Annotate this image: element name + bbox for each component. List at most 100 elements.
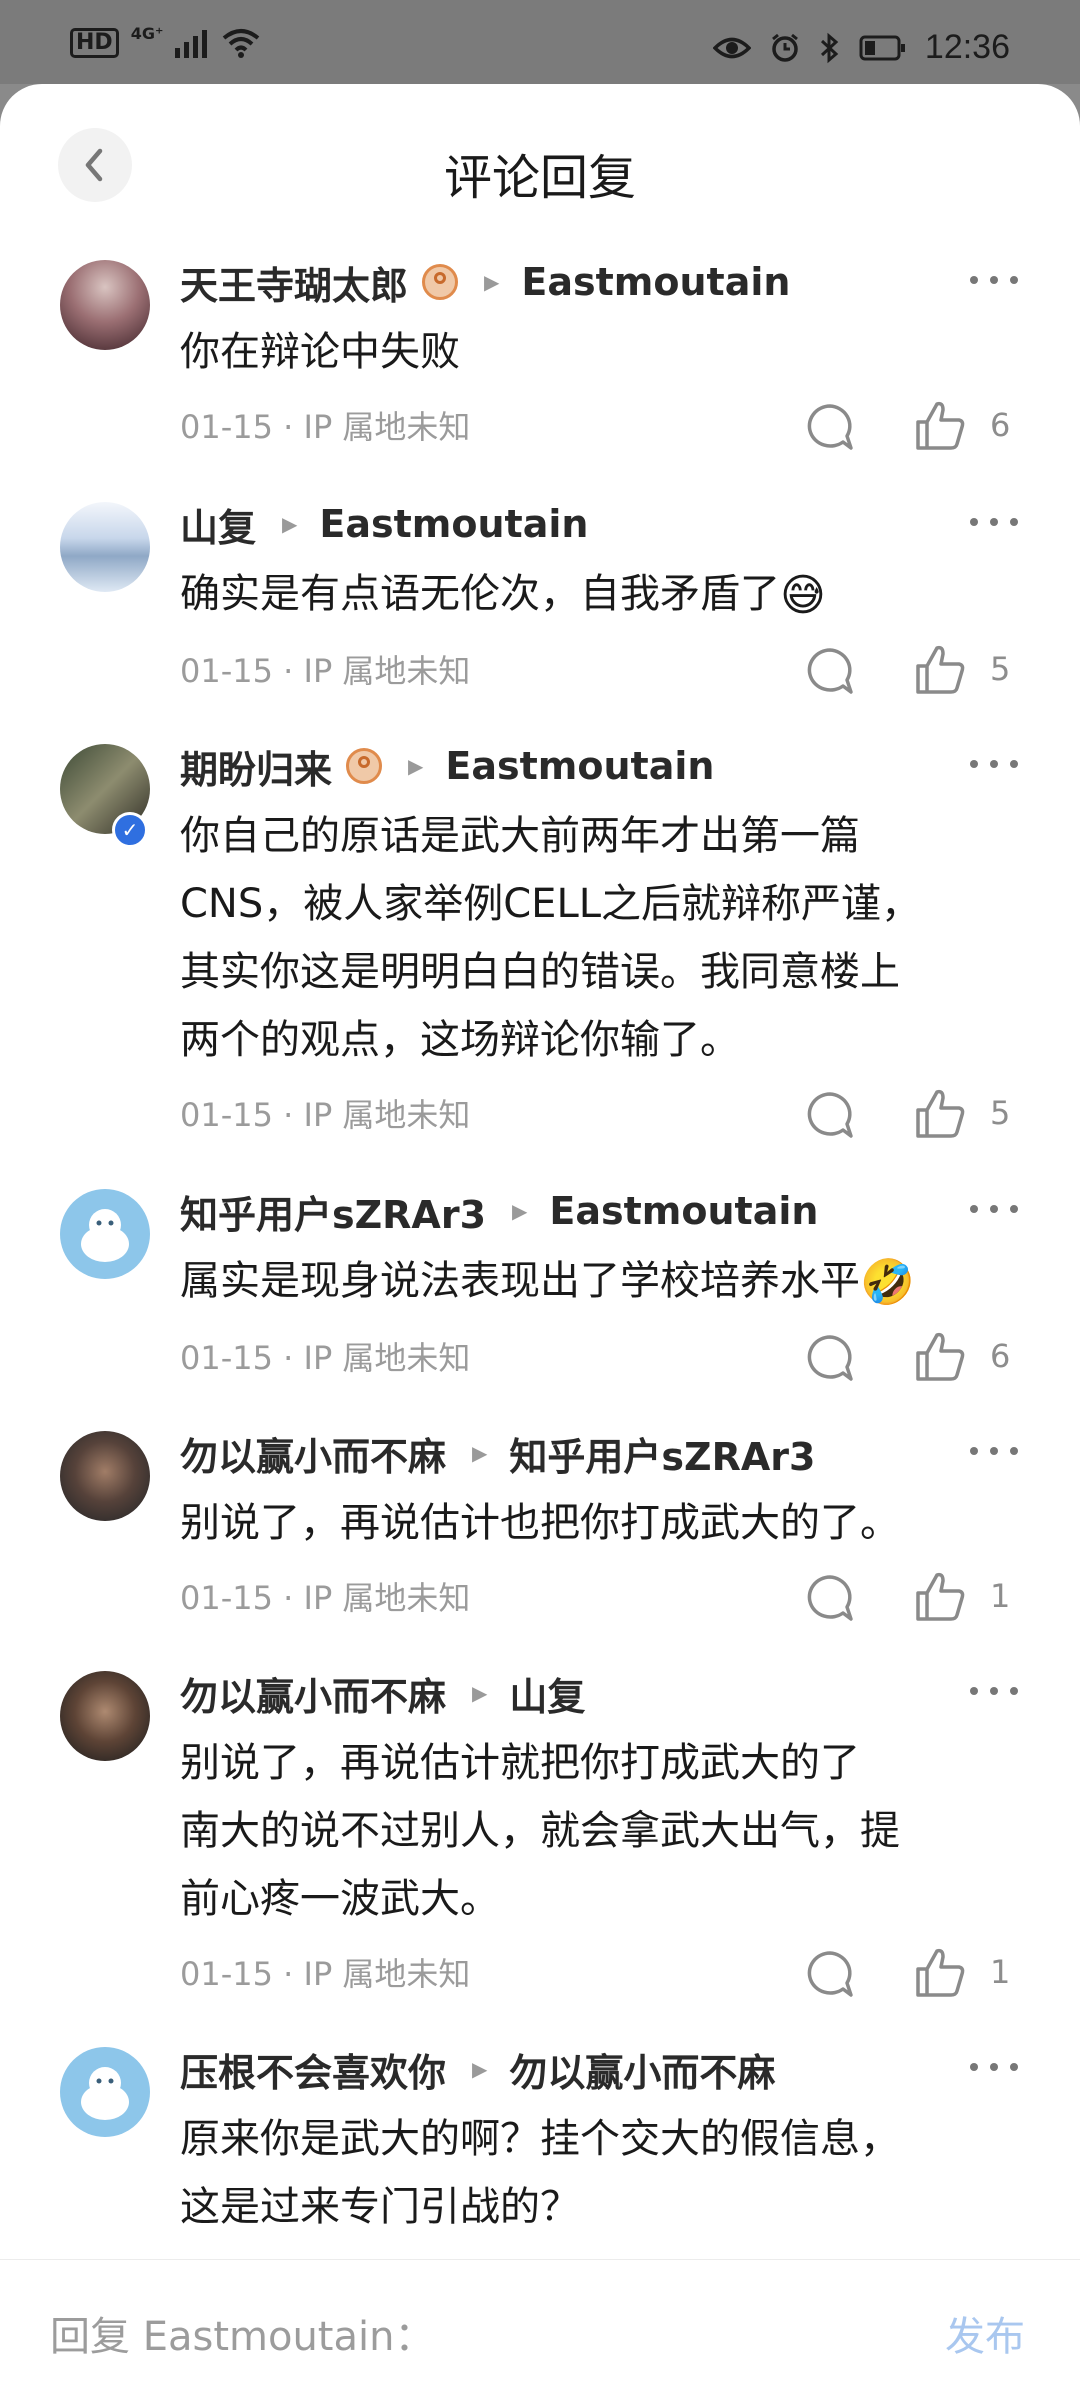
reply-to-name[interactable]: 山复 — [509, 1666, 585, 1721]
comment-meta-row: 01-15 · IP 属地未知 6 — [180, 386, 1080, 462]
comment-item: 压根不会喜欢你 ▶ 勿以赢小而不麻 原来你是武大的啊？挂个交大的假信息， 这是过… — [0, 2041, 1080, 2259]
comment-meta: 01-15 · IP 属地未知 — [180, 1579, 471, 1617]
comment-text-line: 南大的说不过别人，就会拿武大出气，提 — [180, 1808, 900, 1854]
network-type: 4G⁺ — [130, 23, 164, 43]
avatar[interactable] — [60, 1189, 150, 1279]
comment-header: 天王寺瑚太郎 ▶ Eastmoutain — [180, 254, 1080, 310]
author-name[interactable]: 天王寺瑚太郎 — [180, 255, 408, 310]
more-options-icon[interactable] — [970, 276, 1018, 284]
rolling-laugh-emoji: 🤣 — [860, 1257, 915, 1308]
more-options-icon[interactable] — [970, 1687, 1018, 1695]
page-title: 评论回复 — [443, 150, 636, 206]
comment-header: 知乎用户sZRAr3 ▶ Eastmoutain — [180, 1183, 1080, 1239]
more-options-icon[interactable] — [970, 1447, 1018, 1455]
comment-text-line: 前心疼一波武大。 — [180, 1876, 500, 1922]
reply-comment-icon[interactable] — [805, 646, 855, 696]
sweat-smile-emoji: 😅 — [780, 570, 826, 621]
author-name[interactable]: 知乎用户sZRAr3 — [180, 1184, 486, 1239]
status-left: HD 4G⁺ — [70, 24, 261, 58]
reply-arrow-icon: ▶ — [282, 512, 298, 536]
author-name[interactable]: 山复 — [180, 497, 256, 552]
user-badge-icon — [422, 264, 459, 300]
thumbs-up-icon[interactable] — [913, 642, 967, 696]
bluetooth-icon — [820, 32, 839, 63]
more-options-icon[interactable] — [970, 760, 1018, 768]
comment-text: 别说了，再说估计就把你打成武大的了 南大的说不过别人，就会拿武大出气，提 前心疼… — [180, 1729, 1000, 1933]
comment-text-line: 你自己的原话是武大前两年才出第一篇 — [180, 813, 860, 859]
reply-to-name[interactable]: 勿以赢小而不麻 — [509, 2042, 775, 2097]
comment-header: 勿以赢小而不麻 ▶ 知乎用户sZRAr3 — [180, 1425, 1080, 1481]
more-options-icon[interactable] — [970, 1205, 1018, 1213]
like-count: 1 — [990, 1953, 1011, 1991]
comment-item: 知乎用户sZRAr3 ▶ Eastmoutain 属实是现身说法表现出了学校培养… — [0, 1183, 1080, 1425]
hd-indicator: HD — [70, 28, 119, 58]
thumbs-up-icon[interactable] — [913, 1086, 967, 1140]
author-name[interactable]: 勿以赢小而不麻 — [180, 1426, 446, 1481]
comment-item: 勿以赢小而不麻 ▶ 山复 别说了，再说估计就把你打成武大的了 南大的说不过别人，… — [0, 1665, 1080, 2041]
comment-text-line: 这是过来专门引战的？ — [180, 2184, 580, 2230]
comment-meta: 01-15 · IP 属地未知 — [180, 652, 471, 690]
signal-icon — [175, 30, 208, 58]
wifi-icon — [223, 29, 260, 58]
comment-text-line: CNS，被人家举例CELL之后就辩称严谨， — [180, 881, 922, 927]
comment-text-content: 确实是有点语无伦次，自我矛盾了 — [180, 571, 780, 617]
comment-item: ✓ 期盼归来 ▶ Eastmoutain 你自己的原话是武大前两年才出第一篇 C… — [0, 738, 1080, 1183]
reply-arrow-icon: ▶ — [512, 1199, 528, 1223]
comment-text: 原来你是武大的啊？挂个交大的假信息， 这是过来专门引战的？ — [180, 2105, 1000, 2241]
comment-text-line: 原来你是武大的啊？挂个交大的假信息， — [180, 2116, 900, 2162]
comment-meta-row: 01-15 · IP 属地未知 1 — [180, 1557, 1080, 1633]
comment-text-content: 属实是现身说法表现出了学校培养水平 — [180, 1258, 860, 1304]
comment-list[interactable]: 天王寺瑚太郎 ▶ Eastmoutain 你在辩论中失败 01-15 · IP … — [0, 254, 1080, 2259]
reply-to-name[interactable]: Eastmoutain — [521, 260, 790, 304]
avatar[interactable] — [60, 260, 150, 350]
reply-input[interactable]: 回复 Eastmoutain： — [50, 2304, 434, 2362]
comment-reply-sheet: 评论回复 天王寺瑚太郎 ▶ Eastmoutain 你在辩论中失败 01-15 … — [0, 84, 1080, 2400]
publish-button[interactable]: 发布 — [945, 2304, 1025, 2362]
reply-to-name[interactable]: Eastmoutain — [549, 1189, 818, 1233]
reply-to-name[interactable]: Eastmoutain — [445, 744, 714, 788]
reply-bar: 回复 Eastmoutain： 发布 — [0, 2259, 1080, 2400]
comment-meta: 01-15 · IP 属地未知 — [180, 1955, 471, 1993]
like-count: 1 — [990, 1577, 1011, 1615]
avatar[interactable] — [60, 1431, 150, 1521]
status-bar: HD 4G⁺ 12:36 — [0, 0, 1080, 84]
comment-meta-row: 01-15 · IP 属地未知 5 — [180, 630, 1080, 706]
reply-comment-icon[interactable] — [805, 1090, 855, 1140]
battery-icon — [859, 35, 905, 60]
avatar[interactable] — [60, 502, 150, 592]
comment-item: 山复 ▶ Eastmoutain 确实是有点语无伦次，自我矛盾了😅 01-15 … — [0, 496, 1080, 738]
thumbs-up-icon[interactable] — [913, 398, 967, 452]
comment-meta: 01-15 · IP 属地未知 — [180, 408, 471, 446]
avatar[interactable] — [60, 2047, 150, 2137]
comment-meta: 01-15 · IP 属地未知 — [180, 1339, 471, 1377]
reply-comment-icon[interactable] — [805, 1949, 855, 1999]
comment-header: 勿以赢小而不麻 ▶ 山复 — [180, 1665, 1080, 1721]
comment-text: 确实是有点语无伦次，自我矛盾了😅 — [180, 560, 1000, 630]
reply-arrow-icon: ▶ — [408, 754, 424, 778]
more-options-icon[interactable] — [970, 518, 1018, 526]
reply-comment-icon[interactable] — [805, 1333, 855, 1383]
comment-text-line: 两个的观点，这场辩论你输了。 — [180, 1017, 740, 1063]
author-name[interactable]: 期盼归来 — [180, 739, 332, 794]
reply-comment-icon[interactable] — [805, 402, 855, 452]
reply-to-name[interactable]: Eastmoutain — [319, 502, 588, 546]
reply-to-name[interactable]: 知乎用户sZRAr3 — [509, 1426, 815, 1481]
comment-meta-row: 01-15 · IP 属地未知 1 — [180, 1933, 1080, 2009]
avatar[interactable] — [60, 1671, 150, 1761]
verified-badge-icon: ✓ — [112, 812, 148, 848]
author-name[interactable]: 压根不会喜欢你 — [180, 2042, 446, 2097]
status-right: 12:36 — [712, 28, 1010, 67]
comment-header: 山复 ▶ Eastmoutain — [180, 496, 1080, 552]
like-count: 5 — [990, 650, 1011, 688]
default-avatar-icon — [81, 1209, 129, 1262]
alarm-icon — [771, 33, 798, 62]
thumbs-up-icon[interactable] — [913, 1945, 967, 1999]
comment-text: 你在辩论中失败 — [180, 329, 460, 375]
thumbs-up-icon[interactable] — [913, 1569, 967, 1623]
comment-text: 你自己的原话是武大前两年才出第一篇 CNS，被人家举例CELL之后就辩称严谨， … — [180, 802, 1000, 1074]
thumbs-up-icon[interactable] — [913, 1329, 967, 1383]
comment-header: 期盼归来 ▶ Eastmoutain — [180, 738, 1080, 794]
reply-comment-icon[interactable] — [805, 1573, 855, 1623]
author-name[interactable]: 勿以赢小而不麻 — [180, 1666, 446, 1721]
more-options-icon[interactable] — [970, 2063, 1018, 2071]
